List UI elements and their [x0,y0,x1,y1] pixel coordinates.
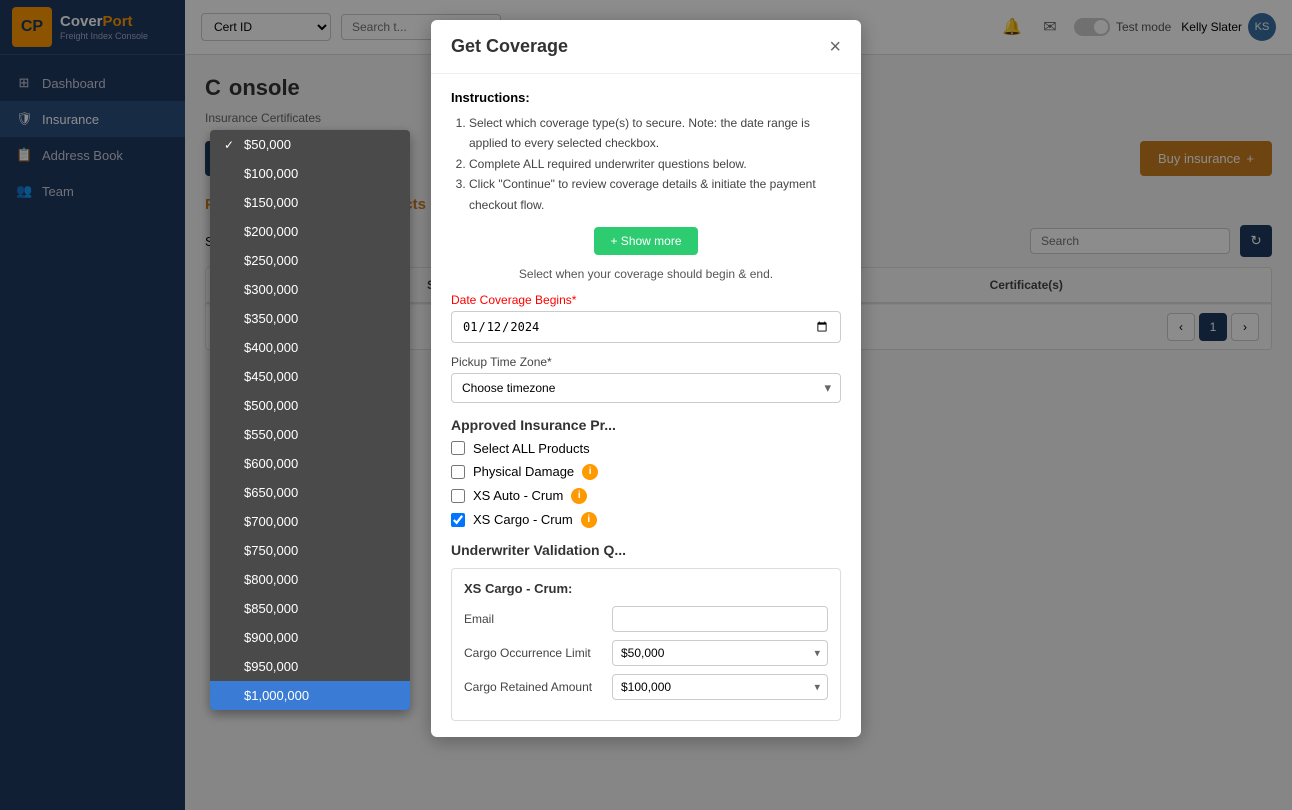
timezone-label: Pickup Time Zone* [451,355,841,369]
dropdown-item-300k[interactable]: $300,000 [210,275,410,304]
instruction-1: Select which coverage type(s) to secure.… [469,113,841,154]
date-coverage-group: Date Coverage Begins* [451,293,841,343]
check-icon: ✓ [224,138,238,152]
dropdown-option-label: $500,000 [244,398,298,413]
cargo-retained-select[interactable]: $100,000 [612,674,828,700]
dropdown-item-700k[interactable]: $700,000 [210,507,410,536]
instruction-3: Click "Continue" to review coverage deta… [469,174,841,215]
dropdown-option-label: $950,000 [244,659,298,674]
show-more-button[interactable]: + Show more [594,227,697,255]
physical-damage-label: Physical Damage [473,464,574,479]
dropdown-item-600k[interactable]: $600,000 [210,449,410,478]
dropdown-item-550k[interactable]: $550,000 [210,420,410,449]
cargo-retained-row: Cargo Retained Amount $100,000 [464,674,828,700]
dropdown-option-label: $250,000 [244,253,298,268]
xs-cargo-row: XS Cargo - Crum i [451,512,841,528]
instructions-title: Instructions: [451,90,841,105]
dropdown-option-label: $350,000 [244,311,298,326]
underwriter-title: XS Cargo - Crum: [464,581,828,596]
xs-cargo-info-icon[interactable]: i [581,512,597,528]
dropdown-option-label: $200,000 [244,224,298,239]
products-section-label: Approved Insurance Pr... [451,417,841,433]
underwriter-section: XS Cargo - Crum: Email Cargo Occurrence … [451,568,841,721]
xs-auto-checkbox[interactable] [451,489,465,503]
dropdown-item-400k[interactable]: $400,000 [210,333,410,362]
modal-title: Get Coverage [451,36,568,57]
modal: Get Coverage × Instructions: Select whic… [431,20,861,737]
underwriter-section-label: Underwriter Validation Q... [451,542,841,558]
xs-auto-label: XS Auto - Crum [473,488,563,503]
dropdown-option-label: $700,000 [244,514,298,529]
cargo-retained-select-wrapper: $100,000 [612,674,828,700]
cargo-occ-label: Cargo Occurrence Limit [464,646,604,660]
dropdown-option-label: $50,000 [244,137,291,152]
date-coverage-input[interactable] [451,311,841,343]
cargo-occ-select[interactable]: $50,000 [612,640,828,666]
dropdown-option-label: $900,000 [244,630,298,645]
dropdown-option-label: $100,000 [244,166,298,181]
dropdown-option-label: $300,000 [244,282,298,297]
modal-close-button[interactable]: × [829,37,841,57]
modal-overlay[interactable]: Get Coverage × Instructions: Select whic… [0,0,1292,810]
dropdown-option-label: $400,000 [244,340,298,355]
dropdown-option-label: $550,000 [244,427,298,442]
instruction-2: Complete ALL required underwriter questi… [469,154,841,174]
physical-damage-info-icon[interactable]: i [582,464,598,480]
dropdown-item-450k[interactable]: $450,000 [210,362,410,391]
dropdown-item-850k[interactable]: $850,000 [210,594,410,623]
dropdown-item-250k[interactable]: $250,000 [210,246,410,275]
xs-auto-info-icon[interactable]: i [571,488,587,504]
cargo-occ-select-wrapper: $50,000 [612,640,828,666]
timezone-select-wrapper: Choose timezone [451,373,841,403]
dropdown-item-200k[interactable]: $200,000 [210,217,410,246]
xs-cargo-checkbox[interactable] [451,513,465,527]
dropdown-option-label: $750,000 [244,543,298,558]
select-all-checkbox[interactable] [451,441,465,455]
dropdown-item-100k[interactable]: $100,000 [210,159,410,188]
xs-cargo-label: XS Cargo - Crum [473,512,573,527]
dropdown-item-350k[interactable]: $350,000 [210,304,410,333]
dropdown-item-1m[interactable]: $1,000,000 [210,681,410,710]
date-coverage-label: Date Coverage Begins* [451,293,841,307]
dropdown-option-label: $600,000 [244,456,298,471]
email-input[interactable] [612,606,828,632]
email-label: Email [464,612,604,626]
xs-auto-row: XS Auto - Crum i [451,488,841,504]
dropdown-option-label: $800,000 [244,572,298,587]
dropdown-item-650k[interactable]: $650,000 [210,478,410,507]
physical-damage-row: Physical Damage i [451,464,841,480]
modal-body: Instructions: Select which coverage type… [431,74,861,737]
cargo-retained-label: Cargo Retained Amount [464,680,604,694]
dropdown-item-50k[interactable]: ✓ $50,000 [210,130,410,159]
dropdown-option-label: $850,000 [244,601,298,616]
dropdown-item-500k[interactable]: $500,000 [210,391,410,420]
occurrence-limit-dropdown[interactable]: ✓ $50,000 $100,000 $150,000 $200,000 $25… [210,130,410,710]
dropdown-option-label: $650,000 [244,485,298,500]
email-field-row: Email [464,606,828,632]
coverage-dates-note: Select when your coverage should begin &… [451,267,841,281]
dropdown-item-750k[interactable]: $750,000 [210,536,410,565]
modal-header: Get Coverage × [431,20,861,74]
dropdown-option-label: $150,000 [244,195,298,210]
dropdown-option-label: $450,000 [244,369,298,384]
dropdown-item-950k[interactable]: $950,000 [210,652,410,681]
dropdown-item-150k[interactable]: $150,000 [210,188,410,217]
select-all-label: Select ALL Products [473,441,590,456]
select-all-row: Select ALL Products [451,441,841,456]
physical-damage-checkbox[interactable] [451,465,465,479]
dropdown-item-900k[interactable]: $900,000 [210,623,410,652]
cargo-occ-row: Cargo Occurrence Limit $50,000 [464,640,828,666]
dropdown-item-800k[interactable]: $800,000 [210,565,410,594]
timezone-select[interactable]: Choose timezone [451,373,841,403]
dropdown-option-label: $1,000,000 [244,688,309,703]
instructions-list: Select which coverage type(s) to secure.… [451,113,841,215]
timezone-group: Pickup Time Zone* Choose timezone [451,355,841,403]
